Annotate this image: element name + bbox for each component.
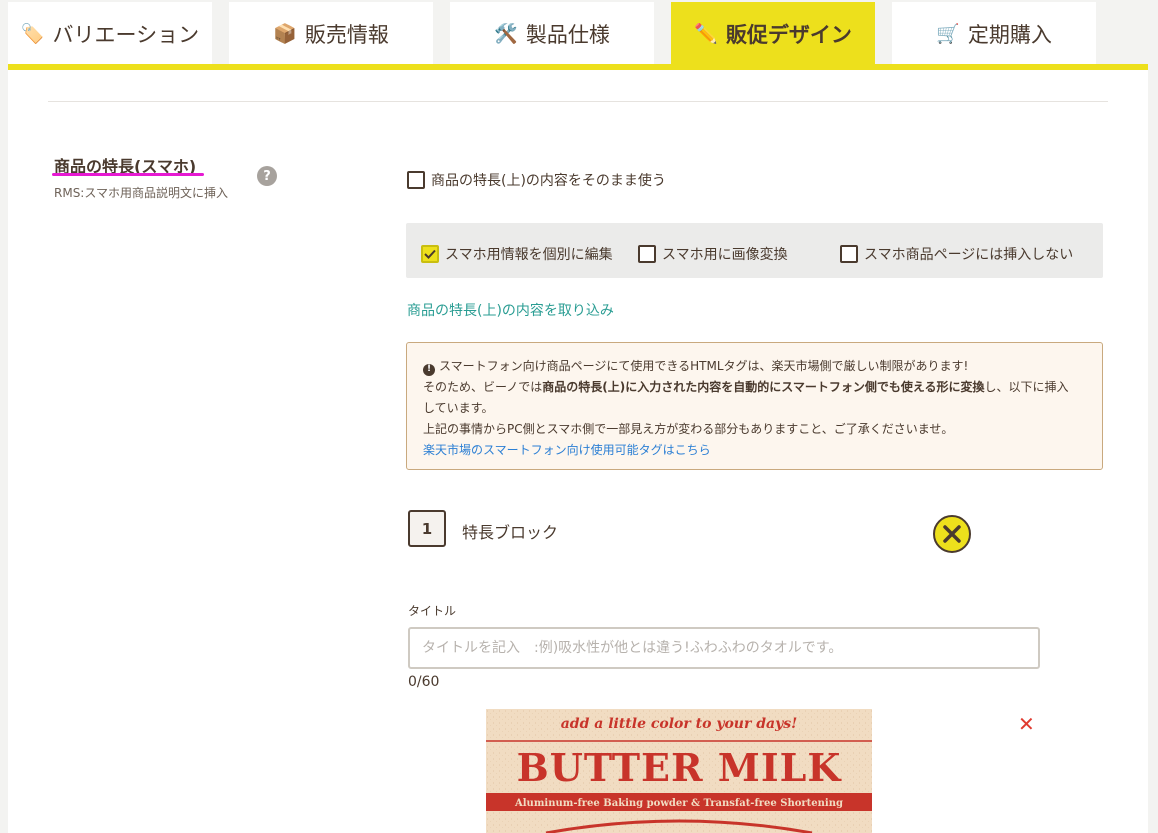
image-product-name-text: BUTTER MILK <box>517 745 843 790</box>
notice-line: ! スマートフォン向け商品ページにて使用できるHTMLタグは、楽天市場側で厳しい制… <box>423 356 1086 377</box>
notice-line: しています。 <box>423 401 494 415</box>
cart-icon: 🛒 <box>936 22 960 45</box>
html-tag-notice: ! スマートフォン向け商品ページにて使用できるHTMLタグは、楽天市場側で厳しい制… <box>406 342 1103 470</box>
block-label: 特長ブロック <box>462 523 559 542</box>
image-convert-checkbox[interactable]: スマホ用に画像変換 <box>638 244 788 264</box>
checkbox-box[interactable] <box>840 245 858 263</box>
tab-label: 製品仕様 <box>525 23 610 47</box>
checkbox-box[interactable] <box>638 245 656 263</box>
remove-image-button[interactable]: ✕ <box>1018 714 1035 734</box>
warning-icon: ! <box>423 363 435 376</box>
import-content-link[interactable]: 商品の特長(上)の内容を取り込み <box>407 300 614 320</box>
butter-milk-package-image: add a little color to your days! BUTTER … <box>486 709 872 833</box>
divider <box>48 101 1108 102</box>
checkbox-box[interactable] <box>407 171 425 189</box>
delete-block-button[interactable] <box>933 515 971 553</box>
char-counter: 0/60 <box>408 674 440 690</box>
tab-subscription[interactable]: 🛒 定期購入 <box>892 2 1096 66</box>
checkbox-label: スマホ用に画像変換 <box>662 247 788 263</box>
checkbox-label: スマホ商品ページには挿入しない <box>864 247 1074 263</box>
tab-bar: 🏷️ バリエーション 📦 販売情報 🛠️ 製品仕様 ✏️ 販促デザイン 🛒 定期… <box>0 0 1158 66</box>
product-image: add a little color to your days! BUTTER … <box>486 709 872 833</box>
checkbox-box[interactable] <box>421 245 439 263</box>
notice-line: そのため、ビーノでは商品の特長(上)に入力された内容を自動的にスマートフォン側で… <box>423 380 1069 394</box>
block-number: 1 <box>408 510 446 547</box>
tab-label: 定期購入 <box>967 23 1052 47</box>
section-title-underline <box>52 173 204 176</box>
use-same-content-checkbox[interactable]: 商品の特長(上)の内容をそのまま使う <box>407 170 666 190</box>
tab-label: バリエーション <box>52 23 200 47</box>
tab-variation[interactable]: 🏷️ バリエーション <box>8 2 212 66</box>
individual-edit-checkbox[interactable]: スマホ用情報を個別に編集 <box>421 244 613 264</box>
no-insert-checkbox[interactable]: スマホ商品ページには挿入しない <box>840 244 1073 264</box>
image-tagline-text: add a little color to your days! <box>561 716 798 732</box>
checkbox-label: 商品の特長(上)の内容をそのまま使う <box>431 173 666 189</box>
package-icon: 📦 <box>273 22 297 45</box>
tab-sales-info[interactable]: 📦 販売情報 <box>229 2 433 66</box>
tab-label: 販促デザイン <box>725 23 852 47</box>
tab-product-spec[interactable]: 🛠️ 製品仕様 <box>450 2 654 66</box>
section-subtitle: RMS:スマホ用商品説明文に挿入 <box>54 186 228 200</box>
help-icon[interactable]: ? <box>257 166 277 186</box>
title-field-label: タイトル <box>408 604 457 618</box>
check-icon <box>424 249 436 259</box>
usable-tags-link[interactable]: 楽天市場のスマートフォン向け使用可能タグはこちら <box>423 440 1086 461</box>
pencil-icon: ✏️ <box>694 22 718 45</box>
content-panel: 商品の特長(スマホ) RMS:スマホ用商品説明文に挿入 ? 商品の特長(上)の内… <box>8 70 1148 833</box>
notice-line: 上記の事情からPC側とスマホ側で一部見え方が変わる部分もありますこと、ご了承くだ… <box>423 422 954 436</box>
tag-icon: 🏷️ <box>20 22 45 45</box>
tab-label: 販売情報 <box>304 23 389 47</box>
close-icon <box>943 525 961 543</box>
tools-icon: 🛠️ <box>494 22 518 45</box>
checkbox-label: スマホ用情報を個別に編集 <box>445 247 613 263</box>
tab-promo-design[interactable]: ✏️ 販促デザイン <box>671 2 875 66</box>
image-subline-text: Aluminum-free Baking powder & Transfat-f… <box>514 798 843 809</box>
title-input[interactable] <box>408 627 1040 669</box>
